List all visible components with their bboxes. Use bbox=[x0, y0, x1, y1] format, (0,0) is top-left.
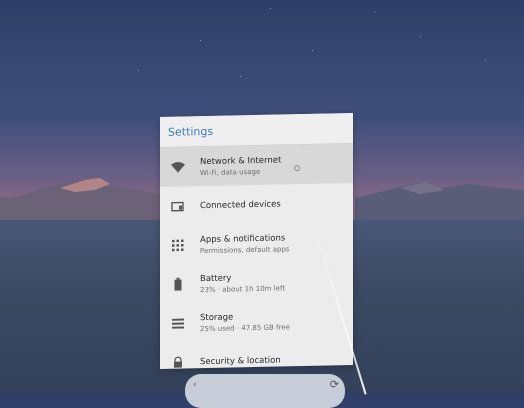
bottom-control-bar[interactable]: ‹ ⟳ bbox=[185, 374, 345, 408]
item-title: Security & location bbox=[200, 354, 281, 367]
star bbox=[485, 60, 486, 61]
item-subtitle: 23% · about 1h 10m left bbox=[200, 283, 286, 294]
star bbox=[420, 36, 421, 37]
star bbox=[138, 70, 139, 71]
settings-item-connected-devices[interactable]: Connected devices bbox=[160, 183, 353, 226]
item-title: Apps & notifications bbox=[200, 232, 286, 245]
wifi-icon bbox=[170, 159, 186, 175]
settings-panel: Settings Network & Internet Wi-Fi, data … bbox=[160, 112, 353, 370]
star bbox=[200, 40, 201, 41]
star bbox=[312, 50, 313, 51]
connected-devices-icon bbox=[170, 198, 186, 214]
battery-icon bbox=[170, 276, 186, 292]
storage-icon bbox=[170, 315, 186, 331]
recenter-icon[interactable]: ⟳ bbox=[330, 378, 339, 391]
item-subtitle: Permissions, default apps bbox=[200, 244, 290, 255]
item-title: Battery bbox=[200, 273, 232, 284]
settings-item-battery[interactable]: Battery 23% · about 1h 10m left bbox=[160, 261, 353, 304]
item-title: Connected devices bbox=[200, 198, 281, 211]
back-icon[interactable]: ‹ bbox=[193, 380, 197, 390]
item-title: Storage bbox=[200, 311, 234, 323]
panel-title: Settings bbox=[160, 112, 353, 147]
settings-item-storage[interactable]: Storage 25% used · 47.85 GB free bbox=[160, 300, 353, 343]
pointer-dot bbox=[294, 165, 300, 172]
star bbox=[374, 12, 375, 13]
item-title: Network & Internet bbox=[200, 154, 282, 167]
lock-icon bbox=[170, 354, 186, 369]
apps-grid-icon bbox=[170, 237, 186, 253]
settings-item-security[interactable]: Security & location bbox=[160, 339, 353, 369]
item-subtitle: Wi-Fi, data usage bbox=[200, 167, 261, 177]
star bbox=[270, 8, 271, 9]
star bbox=[240, 76, 241, 77]
item-subtitle: 25% used · 47.85 GB free bbox=[200, 322, 290, 333]
settings-item-network[interactable]: Network & Internet Wi-Fi, data usage bbox=[160, 143, 353, 187]
